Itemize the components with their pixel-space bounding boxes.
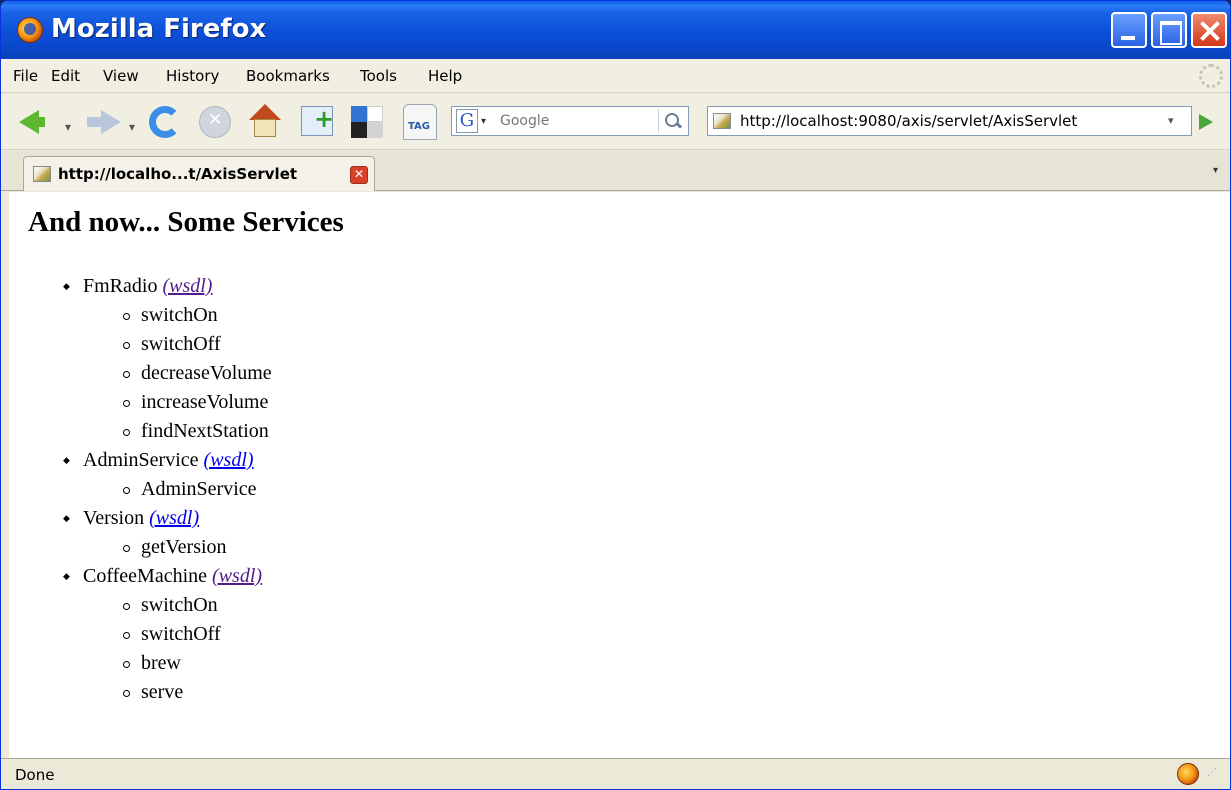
page-favicon-icon <box>713 113 731 129</box>
menu-bar: File Edit View History Bookmarks Tools H… <box>1 59 1230 93</box>
delicious-icon[interactable] <box>351 106 383 138</box>
tab-bar: http://localho...t/AxisServlet ▾ <box>1 151 1230 191</box>
delicious-square-white <box>367 106 383 122</box>
method-item: brew <box>83 649 272 678</box>
delicious-square-grey <box>367 122 383 138</box>
maximize-button[interactable] <box>1151 12 1187 48</box>
service-item: CoffeeMachine (wsdl) switchOnswitchOffbre… <box>27 562 272 707</box>
search-magnifier-icon[interactable] <box>658 109 686 133</box>
search-engine-selector[interactable]: G ▾ <box>454 109 496 133</box>
wsdl-link[interactable]: (wsdl) <box>149 507 199 529</box>
firefox-status-icon <box>1177 763 1199 785</box>
method-item: increaseVolume <box>83 388 272 417</box>
delicious-square-black <box>351 122 367 138</box>
reload-icon[interactable] <box>149 106 181 138</box>
url-bar[interactable]: http://localhost:9080/axis/servlet/AxisS… <box>707 106 1192 136</box>
window-title: Mozilla Firefox <box>51 14 267 44</box>
menu-help[interactable]: Help <box>428 67 462 85</box>
service-name: AdminService <box>83 449 199 471</box>
go-arrow-icon[interactable] <box>1199 114 1213 130</box>
page-content: And now... Some Services FmRadio (wsdl) s… <box>9 192 1230 758</box>
new-tab-icon[interactable] <box>301 105 334 136</box>
service-name: CoffeeMachine <box>83 565 208 587</box>
status-bar: Done ⋰ <box>1 758 1230 789</box>
back-history-dropdown-icon[interactable]: ▾ <box>65 120 71 134</box>
home-wall <box>254 119 276 137</box>
method-list: switchOn switchOff decreaseVolume increaseV… <box>83 301 272 446</box>
service-item: Version (wsdl) getVersion <box>27 504 272 562</box>
forward-history-dropdown-icon[interactable]: ▾ <box>129 120 135 134</box>
method-item: switchOff <box>83 330 272 359</box>
menu-tools[interactable]: Tools <box>360 67 397 85</box>
menu-bookmarks[interactable]: Bookmarks <box>246 67 330 85</box>
home-icon[interactable] <box>247 104 283 140</box>
search-input[interactable] <box>498 110 648 132</box>
url-text[interactable]: http://localhost:9080/axis/servlet/AxisS… <box>740 112 1077 130</box>
services-list: FmRadio (wsdl)switchOnswitchOffdecreaseV… <box>27 272 272 707</box>
service-name: Version <box>83 507 145 529</box>
method-item: switchOn <box>83 301 272 330</box>
activity-throbber-icon <box>1199 64 1223 88</box>
engine-dropdown-icon: ▾ <box>481 116 487 127</box>
menu-view[interactable]: View <box>103 67 139 85</box>
minimize-button[interactable] <box>1111 12 1147 48</box>
menu-history[interactable]: History <box>166 67 219 85</box>
method-item: getVersion <box>83 533 272 562</box>
method-item: serve <box>83 678 272 707</box>
back-icon[interactable] <box>19 110 45 134</box>
resize-grip-icon[interactable]: ⋰ <box>1207 767 1223 785</box>
url-history-dropdown-icon[interactable]: ▾ <box>1168 114 1174 127</box>
method-item: decreaseVolume <box>83 359 272 388</box>
close-tab-icon[interactable] <box>350 166 368 184</box>
google-engine-icon: G <box>456 109 478 133</box>
search-bar: G ▾ <box>451 106 689 136</box>
method-list: getVersion <box>83 533 272 562</box>
tag-icon[interactable] <box>403 104 437 140</box>
method-list: AdminService <box>83 475 272 504</box>
tab-favicon-icon <box>33 166 51 182</box>
title-bar[interactable]: Mozilla Firefox <box>1 1 1230 59</box>
browser-window: Mozilla Firefox File Edit View History B… <box>0 0 1231 790</box>
service-item: AdminService (wsdl)AdminService <box>27 446 272 504</box>
wsdl-link[interactable]: (wsdl) <box>162 275 212 297</box>
menu-file[interactable]: File <box>13 67 38 85</box>
status-text: Done <box>15 766 55 784</box>
close-window-button[interactable] <box>1191 12 1227 48</box>
page-title: And now... Some Services <box>28 206 344 238</box>
method-item: switchOff <box>83 620 272 649</box>
method-list: switchOn switchOff brew serve <box>83 591 272 707</box>
forward-icon[interactable] <box>87 110 121 134</box>
service-item: FmRadio (wsdl) switchOnswitchOffdecreaseV… <box>27 272 272 446</box>
home-roof <box>249 104 281 120</box>
wsdl-link[interactable]: (wsdl) <box>212 565 262 587</box>
firefox-logo-icon <box>17 17 43 43</box>
method-item: AdminService <box>83 475 272 504</box>
menu-edit[interactable]: Edit <box>51 67 80 85</box>
method-item: switchOn <box>83 591 272 620</box>
tab-label: http://localho...t/AxisServlet <box>58 165 298 183</box>
method-item: findNextStation <box>83 417 272 446</box>
wsdl-link[interactable]: (wsdl) <box>204 449 254 471</box>
tab-axis-servlet[interactable]: http://localho...t/AxisServlet <box>23 156 375 191</box>
tab-list-dropdown-icon[interactable]: ▾ <box>1213 165 1218 176</box>
navigation-toolbar: ▾ ▾ G ▾ http://localhost:9080/axis/ <box>1 94 1230 150</box>
service-name: FmRadio <box>83 275 158 297</box>
delicious-square-blue <box>351 106 367 122</box>
stop-icon[interactable] <box>199 106 231 138</box>
